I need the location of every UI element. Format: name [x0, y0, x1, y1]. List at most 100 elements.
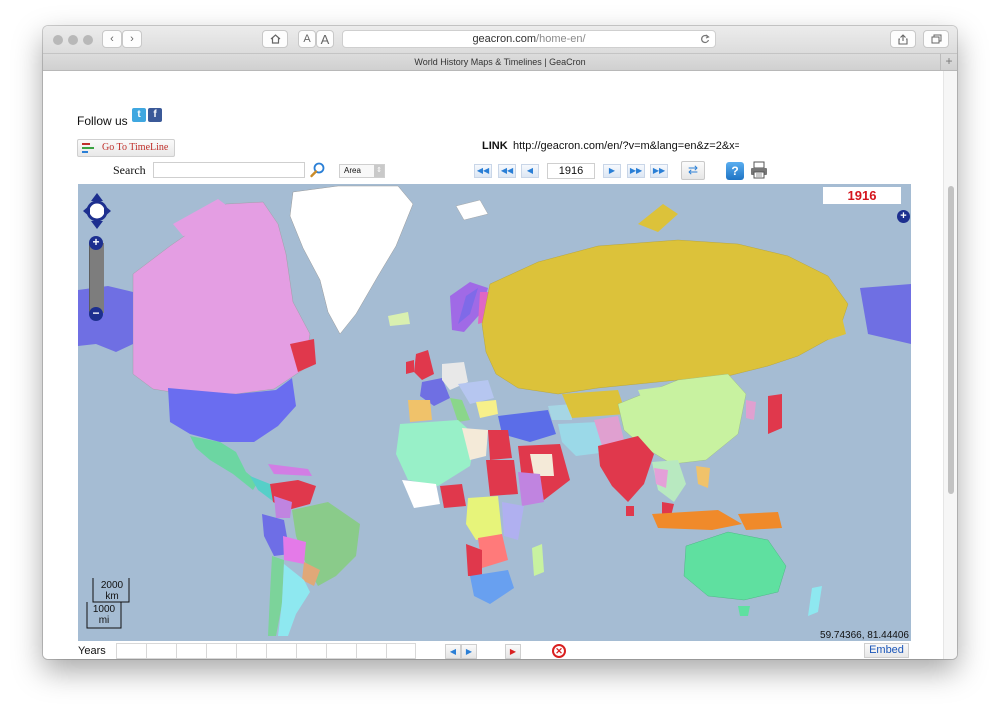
area-select-value: Area [344, 166, 361, 175]
tabs-overview-button[interactable] [923, 30, 949, 48]
region-mexico [190, 436, 258, 490]
region-japan [768, 394, 782, 434]
world-map[interactable]: 1916 + + − 2000km 1000mi 59.74366, 81. [78, 184, 911, 641]
close-window-button[interactable] [53, 35, 63, 45]
region-iceland [388, 312, 410, 326]
fast-rewind-icon: ◀◀ [476, 166, 490, 175]
years-prev-button[interactable]: ◀ [445, 644, 461, 659]
years-timeline[interactable] [116, 643, 416, 659]
fast-rewind-button[interactable]: ◀◀ [474, 164, 492, 178]
share-button[interactable] [890, 30, 916, 48]
region-canada [132, 201, 311, 395]
help-icon[interactable]: ? [726, 162, 744, 180]
reload-icon[interactable] [700, 34, 710, 44]
zoom-window-button[interactable] [83, 35, 93, 45]
region-austria-hungary [458, 380, 494, 404]
print-icon[interactable] [749, 160, 769, 180]
play-icon: ▶ [509, 647, 517, 656]
twitter-icon[interactable]: t [132, 108, 146, 122]
zoom-slider[interactable] [89, 243, 104, 313]
years-slot[interactable] [236, 643, 266, 659]
facebook-icon[interactable]: f [148, 108, 162, 122]
new-tab-button[interactable]: + [940, 54, 957, 70]
region-central-asia [562, 390, 626, 418]
tab-bar: World History Maps & Timelines | GeaCron… [43, 54, 957, 71]
timeline-icon [82, 143, 94, 155]
years-slot[interactable] [386, 643, 416, 659]
page-scrollbar[interactable] [943, 71, 957, 659]
step-back-icon: ◀ [526, 166, 534, 175]
region-siam [654, 468, 668, 488]
region-tasmania [738, 606, 750, 616]
years-slot[interactable] [266, 643, 296, 659]
browser-toolbar: ‹ › A A geacron.com/home-en/ [43, 26, 957, 54]
zoom-in-button[interactable]: + [89, 236, 103, 250]
area-select[interactable]: Area ⇕ [339, 164, 385, 178]
years-next-icon: ▶ [465, 647, 473, 656]
scale-km: 2000 km [100, 580, 124, 602]
years-slot[interactable] [326, 643, 356, 659]
follow-us-label: Follow us [77, 114, 128, 128]
fast-forward-icon: ▶▶ [629, 166, 643, 175]
back-button[interactable]: ‹ [102, 30, 122, 48]
years-label: Years [78, 645, 106, 657]
fast-forward-end-icon: ▶▶ [652, 166, 666, 175]
region-southern-africa [470, 570, 514, 604]
chevron-right-icon: › [130, 33, 134, 45]
region-congo [478, 534, 508, 568]
years-next-button[interactable]: ▶ [461, 644, 477, 659]
text-larger-button[interactable]: A [316, 30, 334, 48]
chevron-left-icon: ‹ [110, 33, 114, 45]
scrollbar-thumb[interactable] [948, 186, 954, 494]
forward-button[interactable]: › [122, 30, 142, 48]
zoom-out-button[interactable]: − [89, 307, 103, 321]
years-slot[interactable] [356, 643, 386, 659]
url-path: /home-en/ [536, 33, 586, 45]
scale-mi: 1000 mi [92, 604, 116, 626]
step-back-button[interactable]: ◀ [521, 164, 539, 178]
region-new-guinea [738, 512, 782, 530]
years-slot[interactable] [206, 643, 236, 659]
region-iberia [408, 400, 432, 422]
forward-fast-button[interactable]: ▶▶ [627, 164, 645, 178]
years-slot[interactable] [296, 643, 326, 659]
region-india [598, 436, 654, 502]
share-icon [898, 33, 908, 45]
url-host: geacron.com [472, 33, 537, 45]
search-input[interactable] [153, 162, 305, 178]
region-east-alaska [860, 284, 911, 344]
step-forward-button[interactable]: ▶ [603, 164, 621, 178]
text-smaller-button[interactable]: A [298, 30, 316, 48]
home-button[interactable] [262, 30, 288, 48]
years-slot[interactable] [116, 643, 146, 659]
region-arabia-inner [530, 454, 554, 476]
pan-control-icon[interactable] [83, 193, 111, 229]
go-to-timeline-button[interactable]: Go To TimeLine [77, 139, 175, 157]
stop-button[interactable]: ✕ [552, 644, 566, 658]
region-korea [746, 400, 756, 420]
fast-forward-end-button[interactable]: ▶▶ [650, 164, 668, 178]
region-philippines [696, 466, 710, 488]
coordinates-readout: 59.74366, 81.44406 [820, 630, 909, 641]
year-input[interactable]: 1916 [547, 163, 595, 179]
region-svalbard [455, 199, 489, 221]
link-url-field[interactable]: http://geacron.com/en/?v=m&lang=en&z=2&x… [513, 140, 739, 152]
years-slot[interactable] [176, 643, 206, 659]
browser-window: ‹ › A A geacron.com/home-en/ World Histo… [43, 26, 957, 659]
minimize-window-button[interactable] [68, 35, 78, 45]
years-slot[interactable] [146, 643, 176, 659]
select-arrows-icon: ⇕ [374, 165, 384, 177]
region-britain [414, 350, 434, 380]
address-bar[interactable]: geacron.com/home-en/ [342, 30, 716, 48]
expand-map-button[interactable]: + [897, 210, 910, 223]
region-australia [683, 531, 787, 601]
play-button[interactable]: ▶ [505, 644, 521, 659]
sync-button[interactable]: ⇄ [681, 161, 705, 180]
rewind-icon: ◀◀ [500, 166, 514, 175]
search-icon[interactable] [309, 161, 327, 179]
web-page: Follow us t f Go To TimeLine LINK http:/… [43, 71, 943, 659]
rewind-button[interactable]: ◀◀ [498, 164, 516, 178]
tab-title[interactable]: World History Maps & Timelines | GeaCron [414, 57, 585, 67]
region-italy [450, 398, 470, 422]
embed-button[interactable]: Embed [864, 643, 909, 658]
